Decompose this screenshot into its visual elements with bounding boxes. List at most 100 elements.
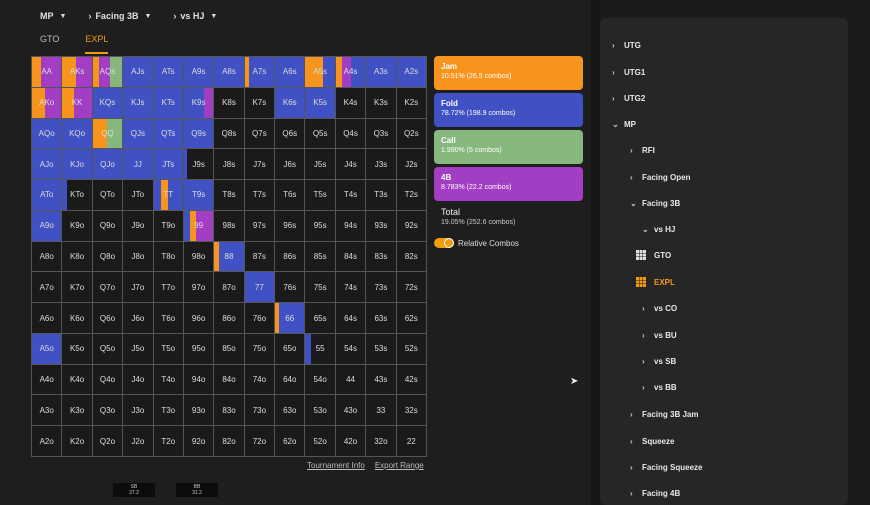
hand-cell[interactable]: 43o: [335, 395, 366, 426]
hand-cell[interactable]: 93s: [366, 210, 396, 241]
hand-cell[interactable]: 92o: [183, 426, 214, 456]
hand-cell[interactable]: 74s: [335, 272, 366, 303]
hand-cell[interactable]: 98o: [183, 241, 214, 272]
hand-cell[interactable]: J6o: [123, 303, 153, 333]
hand-cell[interactable]: QQ: [92, 118, 123, 149]
hand-cell[interactable]: J4o: [123, 364, 153, 395]
hand-cell[interactable]: T8s: [214, 180, 244, 210]
hand-cell[interactable]: 75s: [305, 272, 335, 303]
action-fold[interactable]: Fold 78.72% (198.9 combos): [434, 93, 583, 127]
hand-cell[interactable]: Q5s: [305, 118, 335, 149]
hand-cell[interactable]: 88: [214, 241, 244, 272]
hand-cell[interactable]: AJs: [123, 57, 153, 87]
hand-cell[interactable]: K2o: [62, 426, 92, 456]
hand-cell[interactable]: AQo: [32, 118, 62, 149]
export-range-link[interactable]: Export Range: [375, 461, 424, 470]
hand-cell[interactable]: J8s: [214, 149, 244, 180]
hand-cell[interactable]: A7o: [32, 272, 62, 303]
hand-cell[interactable]: J8o: [123, 241, 153, 272]
hand-cell[interactable]: T5s: [305, 180, 335, 210]
hand-cell[interactable]: A8o: [32, 241, 62, 272]
hand-cell[interactable]: A3o: [32, 395, 62, 426]
tab-expl[interactable]: EXPL: [85, 34, 109, 54]
hand-cell[interactable]: K4s: [335, 87, 366, 118]
hand-cell[interactable]: 33: [366, 395, 396, 426]
hand-cell[interactable]: 97s: [244, 210, 275, 241]
hand-cell[interactable]: 95s: [305, 210, 335, 241]
hand-cell[interactable]: 83o: [214, 395, 244, 426]
hand-cell[interactable]: T2s: [396, 180, 426, 210]
hand-cell[interactable]: J7s: [244, 149, 275, 180]
hand-cell[interactable]: AJo: [32, 149, 62, 180]
hand-cell[interactable]: 73s: [366, 272, 396, 303]
hand-cell[interactable]: KJo: [62, 149, 92, 180]
hand-cell[interactable]: J2s: [396, 149, 426, 180]
hand-cell[interactable]: A5o: [32, 333, 62, 364]
hand-cell[interactable]: 84o: [214, 364, 244, 395]
hand-cell[interactable]: 54s: [335, 333, 366, 364]
hand-cell[interactable]: Q6o: [92, 303, 123, 333]
hand-cell[interactable]: K7o: [62, 272, 92, 303]
hand-cell[interactable]: T6o: [153, 303, 183, 333]
tree-item-vs-bu[interactable]: › vs BU: [642, 328, 677, 342]
hand-cell[interactable]: Q2s: [396, 118, 426, 149]
hand-cell[interactable]: T7o: [153, 272, 183, 303]
tree-item-utg2[interactable]: › UTG2: [612, 91, 645, 105]
hand-cell[interactable]: 94s: [335, 210, 366, 241]
hand-cell[interactable]: 66: [275, 303, 305, 333]
hand-cell[interactable]: JJ: [123, 149, 153, 180]
tree-item-vs-hj[interactable]: ⌄ vs HJ: [642, 222, 675, 236]
hand-cell[interactable]: A9o: [32, 210, 62, 241]
hand-cell[interactable]: 32o: [366, 426, 396, 456]
hand-cell[interactable]: T4o: [153, 364, 183, 395]
hand-cell[interactable]: T7s: [244, 180, 275, 210]
hand-cell[interactable]: TT: [153, 180, 183, 210]
hand-cell[interactable]: A5s: [305, 57, 335, 87]
hand-cell[interactable]: JTs: [153, 149, 183, 180]
hand-cell[interactable]: 22: [396, 426, 426, 456]
hand-cell[interactable]: K8s: [214, 87, 244, 118]
tree-item-vs-sb[interactable]: › vs SB: [642, 354, 676, 368]
tree-item-vs-co[interactable]: › vs CO: [642, 301, 677, 315]
hand-cell[interactable]: 63s: [366, 303, 396, 333]
hand-cell[interactable]: K5o: [62, 333, 92, 364]
tree-item-rfi[interactable]: › RFI: [630, 143, 655, 157]
hand-cell[interactable]: J9s: [183, 149, 214, 180]
opponent-dropdown[interactable]: › vs HJ ▼: [173, 11, 217, 21]
hand-cell[interactable]: A7s: [244, 57, 275, 87]
hand-cell[interactable]: 77: [244, 272, 275, 303]
action-call[interactable]: Call 1.990% (5 combos): [434, 130, 583, 164]
hand-cell[interactable]: 64s: [335, 303, 366, 333]
hand-cell[interactable]: 54o: [305, 364, 335, 395]
hand-cell[interactable]: 97o: [183, 272, 214, 303]
hand-cell[interactable]: K9s: [183, 87, 214, 118]
hand-cell[interactable]: K4o: [62, 364, 92, 395]
hand-cell[interactable]: J5s: [305, 149, 335, 180]
hand-cell[interactable]: 83s: [366, 241, 396, 272]
hand-cell[interactable]: QTo: [92, 180, 123, 210]
hand-cell[interactable]: 76o: [244, 303, 275, 333]
hand-cell[interactable]: Q8o: [92, 241, 123, 272]
tree-item-vs-bb[interactable]: › vs BB: [642, 380, 677, 394]
hand-cell[interactable]: 96o: [183, 303, 214, 333]
relative-combos-toggle[interactable]: Relative Combos: [434, 238, 583, 248]
hand-cell[interactable]: QJs: [123, 118, 153, 149]
hand-cell[interactable]: 99: [183, 210, 214, 241]
hand-cell[interactable]: 72o: [244, 426, 275, 456]
hand-cell[interactable]: K8o: [62, 241, 92, 272]
tree-item-facing-3b[interactable]: ⌄ Facing 3B: [630, 196, 680, 210]
hand-cell[interactable]: K9o: [62, 210, 92, 241]
hand-cell[interactable]: 64o: [275, 364, 305, 395]
position-dropdown[interactable]: MP ▼: [40, 11, 66, 21]
hand-cell[interactable]: Q4s: [335, 118, 366, 149]
hand-cell[interactable]: JTo: [123, 180, 153, 210]
toggle-switch[interactable]: [434, 238, 454, 248]
hand-cell[interactable]: 42o: [335, 426, 366, 456]
hand-cell[interactable]: AKs: [62, 57, 92, 87]
hand-cell[interactable]: 75o: [244, 333, 275, 364]
hand-cell[interactable]: 87o: [214, 272, 244, 303]
hand-cell[interactable]: ATs: [153, 57, 183, 87]
hand-cell[interactable]: T8o: [153, 241, 183, 272]
hand-cell[interactable]: Q9s: [183, 118, 214, 149]
action-4b[interactable]: 4B 8.783% (22.2 combos): [434, 167, 583, 201]
